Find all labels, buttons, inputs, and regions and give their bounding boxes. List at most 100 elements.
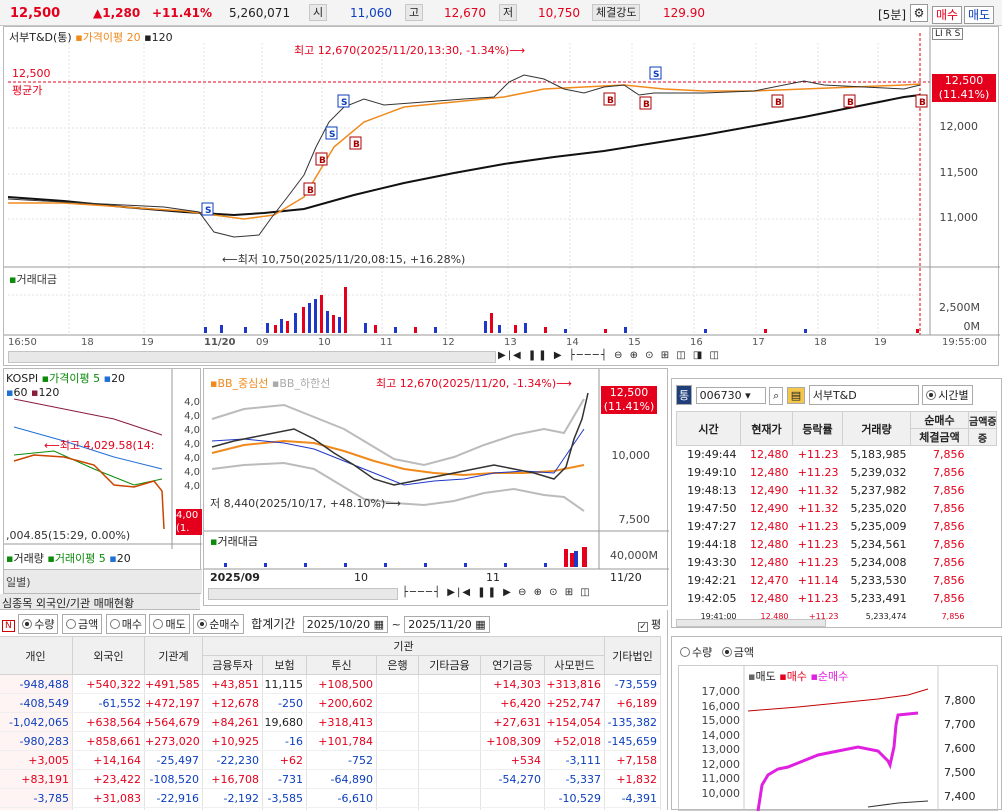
col-rate: 등락률 <box>792 411 843 446</box>
kospi-high-annotation: ⟵최고 4,029.58(14: <box>44 439 155 452</box>
daily-scrollbar[interactable] <box>208 588 398 600</box>
col-trade-amount: 체결금액 <box>910 428 969 446</box>
investor-row: -3,785 +31,083 -22,916 -2,192 -3,585 -6,610 -1… <box>0 788 662 808</box>
investor-cell: +14,164 <box>72 750 145 770</box>
x-label: 10 <box>318 337 331 348</box>
settings-gear-icon[interactable]: ⚙ <box>910 4 928 22</box>
investor-cell: -3,785 <box>0 788 73 808</box>
date-from-input[interactable]: 2025/10/20 ▦ <box>302 616 389 633</box>
x-label: 11/20 <box>204 337 236 348</box>
x-label: 12 <box>442 337 455 348</box>
col-trust: 투신 <box>306 655 377 675</box>
investor-cell: +16,708 <box>202 769 263 789</box>
col-insurance: 보험 <box>262 655 307 675</box>
investor-cell: +84,261 <box>202 712 263 732</box>
open-label: 시 <box>309 4 328 21</box>
daily-y-tick: 10,000 <box>611 449 651 462</box>
investor-cell: -135,382 <box>604 712 662 732</box>
unit-qty-option[interactable]: 수량 <box>18 614 59 634</box>
date-to-input[interactable]: 2025/11/20 ▦ <box>404 616 490 633</box>
x-label: 11 <box>380 337 393 348</box>
daily-x-label: 11 <box>486 571 500 584</box>
buy-button[interactable]: 매수 <box>932 6 963 24</box>
investor-cell: -64,890 <box>306 769 377 789</box>
investor-cell: +534 <box>480 750 545 770</box>
col-private-fund: 사모펀드 <box>543 655 606 675</box>
investor-cell: +154,054 <box>544 712 606 732</box>
type-buy-option[interactable]: 매수 <box>105 614 146 634</box>
svg-text:B: B <box>319 156 326 166</box>
investor-cell: -3,585 <box>262 788 307 808</box>
chart-scrollbar[interactable] <box>8 351 496 363</box>
sell-button[interactable]: 매도 <box>964 6 995 24</box>
kospi-y-ticks: 4,0 4,0 4,0 4,0 4,0 4,0 4,0 <box>184 397 200 492</box>
flow-options[interactable]: 수량 금액 <box>680 644 754 660</box>
tick-row: 19:43:30 12,480 +11.23 5,234,008 7,856 <box>687 556 965 569</box>
investor-cell: -10,529 <box>544 788 606 808</box>
kospi-bottom-label: 일별) <box>4 569 202 593</box>
investor-cell: +1,832 <box>604 769 662 789</box>
investor-cell: -22,916 <box>144 788 203 808</box>
tick-row: 19:44:18 12,480 +11.23 5,234,561 7,856 <box>687 538 965 551</box>
volume-bars-up <box>274 287 919 333</box>
current-price-tag-value: 12,500 <box>944 74 984 87</box>
avg-checkbox[interactable]: ✓ 평 <box>638 616 661 632</box>
total-volume: 5,260,071 <box>229 6 291 20</box>
investor-table: 개인 외국인 기관계 기관 기타법인 금융투자 보험 투신 은행 기타금융 연기… <box>0 636 662 810</box>
investor-cell: -6,610 <box>306 788 377 808</box>
price-change: ▲1,280 <box>93 6 141 20</box>
kospi-ma120 <box>13 398 163 436</box>
investor-cell: -1,042,065 <box>0 712 73 732</box>
avg-price-label: 평균가 <box>12 84 43 97</box>
chart-nav-controls[interactable]: ▶|◀ ❚❚ ▶ ├───┤ ⊖ ⊕ ⊙ ⊞ ◫ ◨ ◫ <box>498 350 721 361</box>
investor-cell: +3,005 <box>0 750 73 770</box>
trade-amount-label: ▪거래대금 <box>9 273 57 286</box>
unit-amount-option[interactable]: 금액 <box>61 614 103 634</box>
col-bank: 은행 <box>376 655 419 675</box>
investor-cell: +7,158 <box>604 750 662 770</box>
x-label: 15 <box>628 337 641 348</box>
investor-cell: +31,083 <box>72 788 145 808</box>
investor-row: -980,283 +858,661 +273,020 +10,925 -16 +101,7… <box>0 731 662 751</box>
investor-cell: +200,602 <box>306 693 377 713</box>
ticks-scrollbar[interactable] <box>676 619 826 627</box>
investor-cell <box>418 788 481 808</box>
investor-cell: +43,851 <box>202 674 263 694</box>
investor-cell: -408,549 <box>0 693 73 713</box>
ticks-panel: 통 006730 ▾ ⌕ ▤ 서부T&D 시간별 시간 현재가 등락률 거래량 … <box>671 378 1002 628</box>
svg-text:B: B <box>353 140 360 150</box>
interval-selector[interactable]: [5분] <box>878 6 906 23</box>
investor-cell: -2,192 <box>202 788 263 808</box>
daily-nav-controls[interactable]: ├───┤ ▶|◀ ❚❚ ▶ ⊖ ⊕ ⊙ ⊞ ◫ <box>402 587 592 598</box>
flow-y-right: 7,800 7,700 7,600 7,500 7,400 <box>944 694 976 803</box>
flow-sell-line <box>867 800 929 808</box>
new-badge: N <box>2 620 15 632</box>
type-net-option[interactable]: 순매수 <box>193 614 244 634</box>
col-foreign: 외국인 <box>72 636 145 675</box>
investor-cell: -54,270 <box>480 769 545 789</box>
investor-cell <box>418 731 481 751</box>
search-icon[interactable]: ⌕ <box>769 387 784 405</box>
low-label: 저 <box>499 4 518 21</box>
x-label: 13 <box>504 337 517 348</box>
investor-tab[interactable]: 심종목 외국인/기관 매매현황 <box>0 594 200 610</box>
main-grid <box>8 43 920 335</box>
investor-cell: -4,391 <box>604 788 662 808</box>
kospi-vol-legend: ▪거래량 ▪거래이평 5 ▪20 <box>6 552 131 565</box>
ticks-table: 시간 현재가 등락률 거래량 순매수 금액증 체결금액 증 19:49:44 12… <box>676 411 997 626</box>
col-other-finance: 기타금융 <box>418 655 481 675</box>
flow-net-line <box>756 711 919 811</box>
type-sell-option[interactable]: 매도 <box>149 614 190 634</box>
svg-text:S: S <box>329 130 335 140</box>
favorites-icon[interactable]: ▤ <box>786 387 806 404</box>
col-price: 현재가 <box>740 411 793 446</box>
bb-upper <box>211 398 585 467</box>
investor-cell <box>376 750 419 770</box>
investor-cell <box>376 674 419 694</box>
investor-cell: -3,111 <box>544 750 606 770</box>
ticker-code-input[interactable]: 006730 ▾ <box>695 387 766 404</box>
col-extra: 금액증 <box>968 411 997 429</box>
investor-cell: +540,322 <box>72 674 145 694</box>
time-tab[interactable]: 시간별 <box>922 385 973 405</box>
investor-cell: -108,520 <box>144 769 203 789</box>
